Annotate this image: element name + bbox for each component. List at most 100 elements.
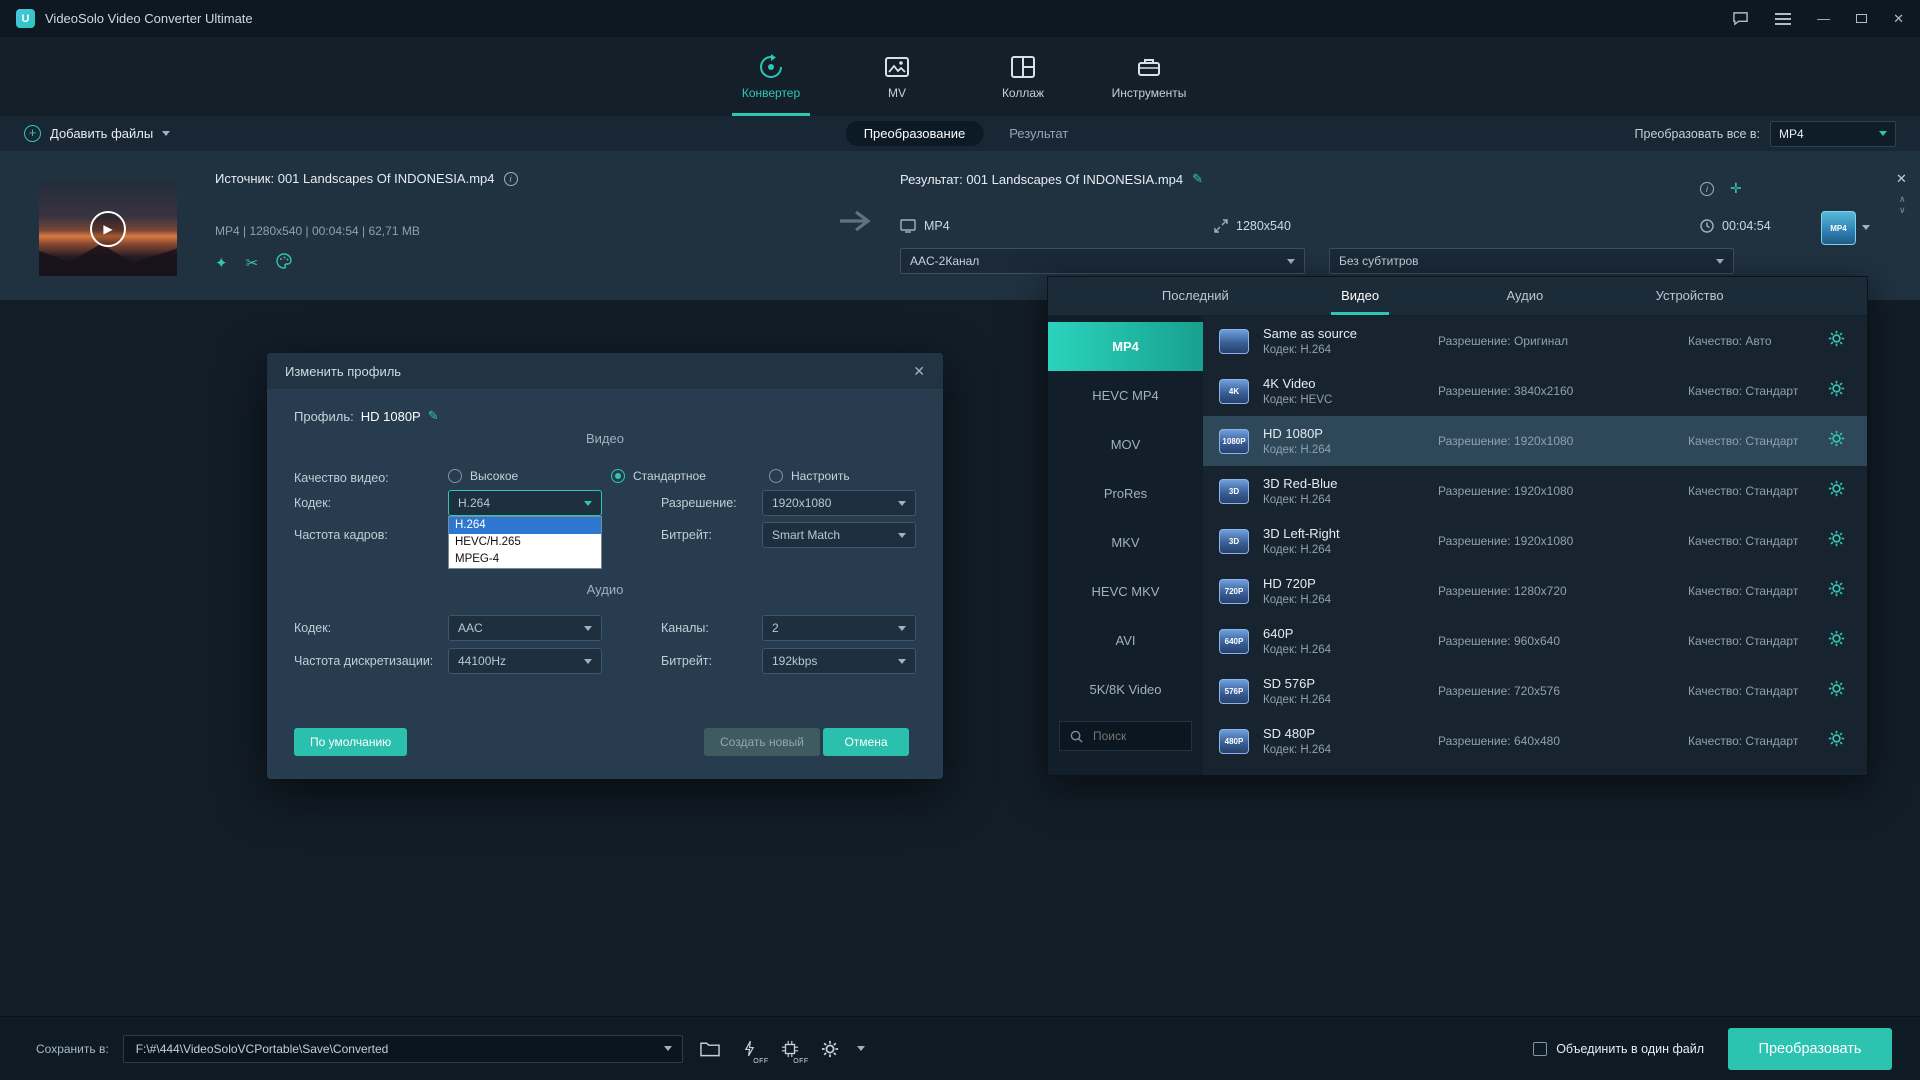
- resolution-select[interactable]: 1920x1080: [762, 490, 916, 516]
- merge-label: Объединить в один файл: [1556, 1042, 1704, 1056]
- radio-quality-standard[interactable]: Стандартное: [611, 469, 706, 483]
- chevron-down-icon: [162, 131, 170, 136]
- add-effect-icon[interactable]: ✛: [1730, 180, 1742, 197]
- gear-icon[interactable]: [1828, 580, 1845, 602]
- open-folder-icon[interactable]: [697, 1036, 723, 1062]
- profile-name: SD 480P: [1263, 726, 1438, 741]
- gear-icon[interactable]: [1828, 530, 1845, 552]
- cancel-button[interactable]: Отмена: [823, 728, 909, 756]
- settings-chevron-icon[interactable]: [857, 1046, 865, 1051]
- profile-row-hd1080p[interactable]: 1080P HD 1080PКодек: H.264 Разрешение: 1…: [1203, 416, 1867, 466]
- codec-value: H.264: [458, 496, 490, 510]
- codec-option-mpeg4[interactable]: MPEG-4: [449, 551, 601, 568]
- profile-search-box[interactable]: [1059, 721, 1192, 751]
- subtitle-select[interactable]: Без субтитров: [1329, 248, 1734, 274]
- nav-tab-collage[interactable]: Коллаж: [977, 37, 1069, 116]
- channels-select[interactable]: 2: [762, 615, 916, 641]
- save-path-input[interactable]: [134, 1041, 656, 1057]
- hardware-accel-icon[interactable]: OFF: [737, 1036, 763, 1062]
- edit-pencil-icon[interactable]: ✎: [428, 408, 439, 424]
- minimize-icon[interactable]: —: [1817, 12, 1830, 25]
- effects-wand-icon[interactable]: ✦: [215, 254, 228, 272]
- nav-tab-tools[interactable]: Инструменты: [1103, 37, 1195, 116]
- gear-icon[interactable]: [1828, 330, 1845, 352]
- result-top-icons: i ✛: [1700, 180, 1742, 197]
- gear-icon[interactable]: [1828, 380, 1845, 402]
- close-icon[interactable]: ✕: [1893, 12, 1904, 25]
- profile-row-sd576p[interactable]: 576P SD 576PКодек: H.264 Разрешение: 720…: [1203, 666, 1867, 716]
- settings-gear-icon[interactable]: [817, 1036, 843, 1062]
- profile-row-hd720p[interactable]: 720P HD 720PКодек: H.264 Разрешение: 128…: [1203, 566, 1867, 616]
- default-button[interactable]: По умолчанию: [294, 728, 407, 756]
- audio-bitrate-select[interactable]: 192kbps: [762, 648, 916, 674]
- feedback-icon[interactable]: [1732, 11, 1749, 26]
- sidebar-item-prores[interactable]: ProRes: [1048, 469, 1203, 518]
- merge-checkbox[interactable]: [1533, 1042, 1547, 1056]
- merge-option[interactable]: Объединить в один файл: [1533, 1042, 1704, 1056]
- tab-device[interactable]: Устройство: [1607, 277, 1772, 315]
- gear-icon[interactable]: [1828, 480, 1845, 502]
- save-path-field[interactable]: [123, 1035, 683, 1063]
- convert-button[interactable]: Преобразовать: [1728, 1028, 1892, 1070]
- output-profile-badge[interactable]: MP4: [1821, 211, 1856, 245]
- codec-option-hevc[interactable]: HEVC/H.265: [449, 534, 601, 551]
- sidebar-item-mkv[interactable]: MKV: [1048, 518, 1203, 567]
- profile-codec: Кодек: H.264: [1263, 644, 1438, 656]
- profile-row-640p[interactable]: 640P 640PКодек: H.264 Разрешение: 960x64…: [1203, 616, 1867, 666]
- profile-chevron-icon[interactable]: [1862, 225, 1870, 230]
- tab-converted[interactable]: Результат: [1003, 121, 1074, 146]
- video-thumbnail[interactable]: ▶: [39, 181, 177, 276]
- profile-row-3d-left-right[interactable]: 3D 3D Left-RightКодек: H.264 Разрешение:…: [1203, 516, 1867, 566]
- radio-quality-high[interactable]: Высокое: [448, 469, 518, 483]
- nav-tab-converter[interactable]: Конвертер: [725, 37, 817, 116]
- add-files-button[interactable]: + Добавить файлы: [24, 125, 170, 142]
- profile-codec: Кодек: H.264: [1263, 544, 1438, 556]
- remove-file-icon[interactable]: ✕: [1896, 171, 1907, 187]
- profile-row-4k[interactable]: 4K 4K VideoКодек: HEVC Разрешение: 3840x…: [1203, 366, 1867, 416]
- edit-profile-dialog: Изменить профиль ✕ Профиль: HD 1080P ✎ В…: [267, 353, 943, 779]
- sidebar-item-hevc-mp4[interactable]: HEVC MP4: [1048, 371, 1203, 420]
- radio-quality-custom[interactable]: Настроить: [769, 469, 850, 483]
- app-logo-letter: U: [22, 13, 30, 25]
- profile-row-3d-red-blue[interactable]: 3D 3D Red-BlueКодек: H.264 Разрешение: 1…: [1203, 466, 1867, 516]
- sidebar-item-hevc-mkv[interactable]: HEVC MKV: [1048, 567, 1203, 616]
- play-button[interactable]: ▶: [90, 211, 126, 247]
- gear-icon[interactable]: [1828, 730, 1845, 752]
- sidebar-item-5k8k[interactable]: 5K/8K Video: [1048, 665, 1203, 714]
- move-down-icon[interactable]: ∨: [1899, 206, 1906, 215]
- convert-all-select[interactable]: MP4: [1770, 121, 1896, 147]
- info-icon[interactable]: i: [504, 172, 518, 186]
- dialog-close-icon[interactable]: ✕: [913, 363, 925, 380]
- tab-converting[interactable]: Преобразование: [846, 121, 984, 146]
- audio-track-select[interactable]: AAC-2Канал: [900, 248, 1305, 274]
- maximize-icon[interactable]: [1856, 14, 1867, 23]
- rename-pencil-icon[interactable]: ✎: [1192, 171, 1203, 187]
- profile-badge-icon: 640P: [1219, 629, 1249, 654]
- gear-icon[interactable]: [1828, 680, 1845, 702]
- palette-icon[interactable]: [276, 253, 292, 273]
- profile-row-sd480p[interactable]: 480P SD 480PКодек: H.264 Разрешение: 640…: [1203, 716, 1867, 766]
- profile-row-same-as-source[interactable]: Same as sourceКодек: H.264 Разрешение: О…: [1203, 316, 1867, 366]
- gear-icon[interactable]: [1828, 630, 1845, 652]
- result-info-icon[interactable]: i: [1700, 182, 1714, 196]
- bitrate-select[interactable]: Smart Match: [762, 522, 916, 548]
- create-new-button[interactable]: Создать новый: [704, 728, 820, 756]
- audio-codec-select[interactable]: AAC: [448, 615, 602, 641]
- tab-recent[interactable]: Последний: [1113, 277, 1278, 315]
- move-up-icon[interactable]: ∧: [1899, 195, 1906, 204]
- sidebar-item-mov[interactable]: MOV: [1048, 420, 1203, 469]
- sidebar-item-mp4[interactable]: MP4: [1048, 322, 1203, 371]
- cut-scissors-icon[interactable]: ✂: [246, 254, 259, 272]
- tab-video[interactable]: Видео: [1278, 277, 1443, 315]
- bitrate-label: Битрейт:: [661, 522, 712, 548]
- profile-search-input[interactable]: [1091, 728, 1181, 744]
- gear-icon[interactable]: [1828, 430, 1845, 452]
- gpu-chip-icon[interactable]: OFF: [777, 1036, 803, 1062]
- menu-icon[interactable]: [1775, 13, 1791, 25]
- codec-option-h264[interactable]: H.264: [449, 517, 601, 534]
- samplerate-select[interactable]: 44100Hz: [448, 648, 602, 674]
- nav-tab-mv[interactable]: MV: [851, 37, 943, 116]
- tab-audio[interactable]: Аудио: [1443, 277, 1608, 315]
- codec-select[interactable]: H.264: [448, 490, 602, 516]
- sidebar-item-avi[interactable]: AVI: [1048, 616, 1203, 665]
